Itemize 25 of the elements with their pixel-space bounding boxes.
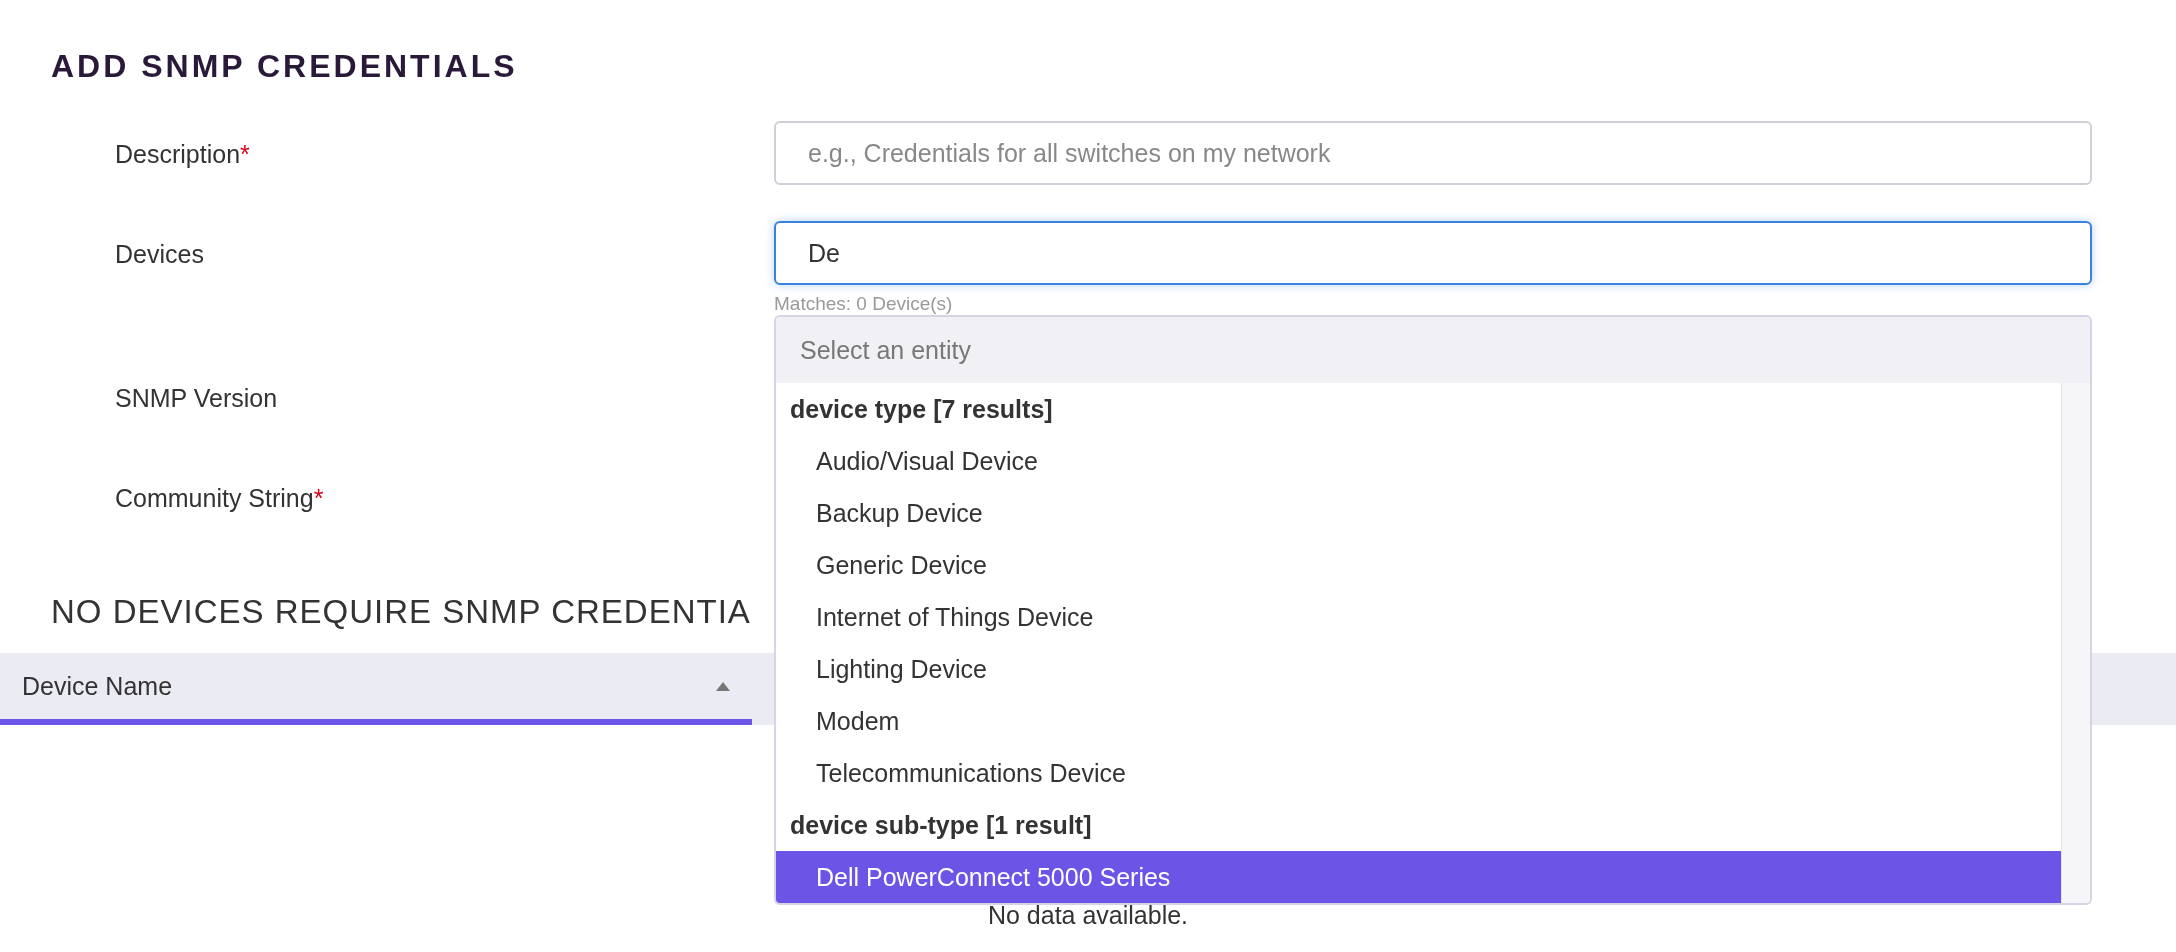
dropdown-option[interactable]: Lighting Device — [776, 643, 2061, 695]
dropdown-option[interactable]: Generic Device — [776, 539, 2061, 591]
text-field[interactable]: e.g., Credentials for all switches on my network — [774, 121, 2092, 185]
empty-message: No data available. — [986, 901, 1190, 930]
dropdown-option[interactable]: Internet of Things Device — [776, 591, 2061, 643]
dropdown-option[interactable]: Telecommunications Device — [776, 747, 2061, 799]
field-label: SNMP Version — [115, 384, 278, 412]
field-label: Community String — [115, 484, 314, 512]
dropdown-option[interactable]: Modem — [776, 695, 2061, 747]
field-label: Devices — [115, 240, 204, 268]
dropdown-option[interactable]: Dell PowerConnect 5000 Series — [776, 851, 2061, 903]
group-heading: device type [7 results] — [789, 394, 1054, 425]
group-heading: device sub-type [1 result] — [789, 810, 1093, 841]
dropdown-option[interactable]: Backup Device — [776, 487, 2061, 539]
dropdown-option[interactable]: Audio/Visual Device — [776, 435, 2061, 487]
section-heading: NO DEVICES REQUIRE SNMP CREDENTIA — [51, 592, 751, 632]
devices-field[interactable]: De — [774, 221, 2092, 285]
required-mark: * — [240, 140, 250, 168]
column-header[interactable]: Device Name — [0, 653, 752, 725]
entity-search-field[interactable]: Select an entity — [776, 317, 2090, 383]
match-count: Matches: 0 Device(s) — [774, 293, 954, 315]
page-title: ADD SNMP CREDENTIALS — [51, 47, 519, 86]
field-label: Description — [115, 140, 241, 168]
required-mark: * — [313, 484, 324, 512]
sort-up-icon — [716, 681, 730, 691]
